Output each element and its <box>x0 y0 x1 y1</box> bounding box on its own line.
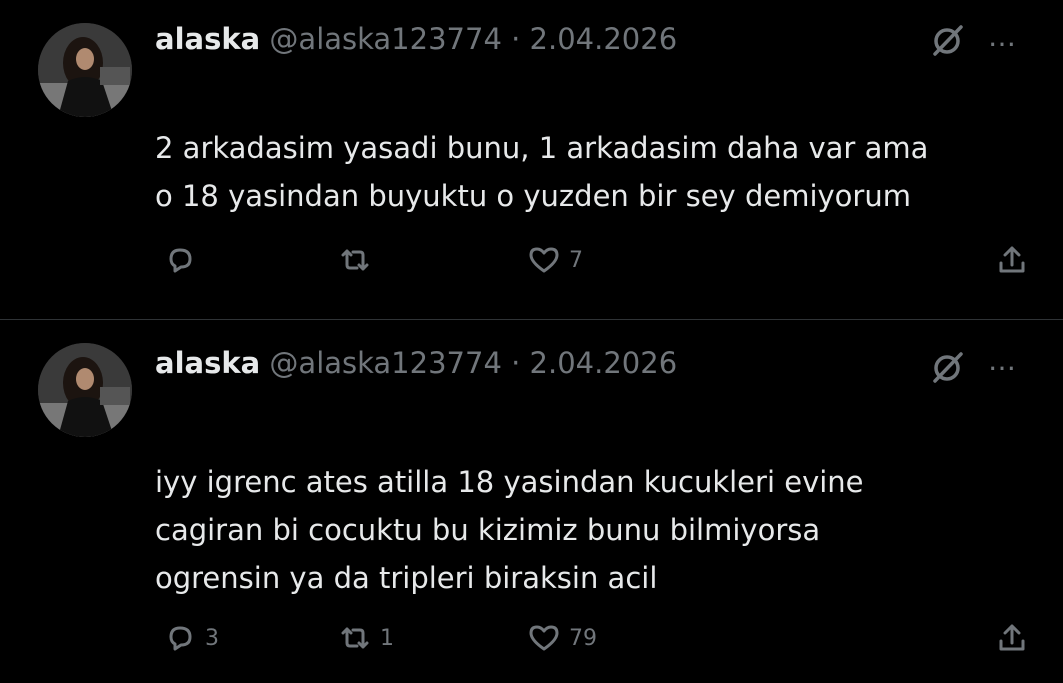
like-count: 7 <box>569 247 583 273</box>
tweet-text-line: 2 arkadasim yasadi bunu, 1 arkadasim dah… <box>155 131 929 165</box>
avatar[interactable] <box>38 23 132 117</box>
reply-icon <box>169 248 192 273</box>
tweet-header: alaska @alaska123774 · 2.04.2026 <box>155 22 677 56</box>
tweet-2[interactable]: alaska @alaska123774 · 2.04.2026 … iyy i… <box>0 320 1063 683</box>
reply-button[interactable] <box>163 240 205 280</box>
retweet-count: 1 <box>380 625 394 651</box>
tweet-date[interactable]: 2.04.2026 <box>530 346 678 380</box>
handle[interactable]: @alaska123774 <box>269 22 501 56</box>
avatar-photo <box>38 23 132 117</box>
reply-icon <box>169 626 192 651</box>
reply-count: 3 <box>205 625 219 651</box>
tweet-text-line: iyy igrenc ates atilla 18 yasindan kucuk… <box>155 465 864 499</box>
tweet-text: iyy igrenc ates atilla 18 yasindan kucuk… <box>155 458 864 602</box>
reply-button[interactable]: 3 <box>163 618 219 658</box>
separator: · <box>511 346 521 380</box>
more-options-icon[interactable]: … <box>988 20 1017 53</box>
action-bar: 7 <box>0 240 1063 280</box>
share-icon <box>999 624 1025 651</box>
tweet-text-line: o 18 yasindan buyuktu o yuzden bir sey d… <box>155 179 911 213</box>
retweet-icon <box>341 627 369 649</box>
tweet-text-line: cagiran bi cocuktu bu kizimiz bunu bilmi… <box>155 513 821 547</box>
display-name[interactable]: alaska <box>155 22 260 56</box>
tweet-1[interactable]: alaska @alaska123774 · 2.04.2026 … 2 ark… <box>0 0 1063 319</box>
separator: · <box>511 22 521 56</box>
retweet-icon <box>341 249 369 271</box>
share-icon <box>999 246 1025 273</box>
like-button[interactable]: 79 <box>527 618 597 658</box>
tweet-header: alaska @alaska123774 · 2.04.2026 <box>155 346 677 380</box>
grok-icon[interactable] <box>927 347 967 387</box>
more-options-icon[interactable]: … <box>988 344 1017 377</box>
avatar-photo <box>38 343 132 437</box>
grok-icon[interactable] <box>927 20 967 60</box>
like-count: 79 <box>569 625 597 651</box>
share-button[interactable] <box>995 240 1029 280</box>
handle[interactable]: @alaska123774 <box>269 346 501 380</box>
retweet-button[interactable]: 1 <box>338 618 394 658</box>
share-button[interactable] <box>995 618 1029 658</box>
like-button[interactable]: 7 <box>527 240 583 280</box>
tweet-date[interactable]: 2.04.2026 <box>530 22 678 56</box>
heart-icon <box>529 625 559 651</box>
tweet-text-line: ogrensin ya da tripleri biraksin acil <box>155 561 658 595</box>
retweet-button[interactable] <box>338 240 380 280</box>
display-name[interactable]: alaska <box>155 346 260 380</box>
tweet-text: 2 arkadasim yasadi bunu, 1 arkadasim dah… <box>155 124 928 220</box>
avatar[interactable] <box>38 343 132 437</box>
action-bar: 3 1 79 <box>0 618 1063 658</box>
heart-icon <box>529 247 559 273</box>
